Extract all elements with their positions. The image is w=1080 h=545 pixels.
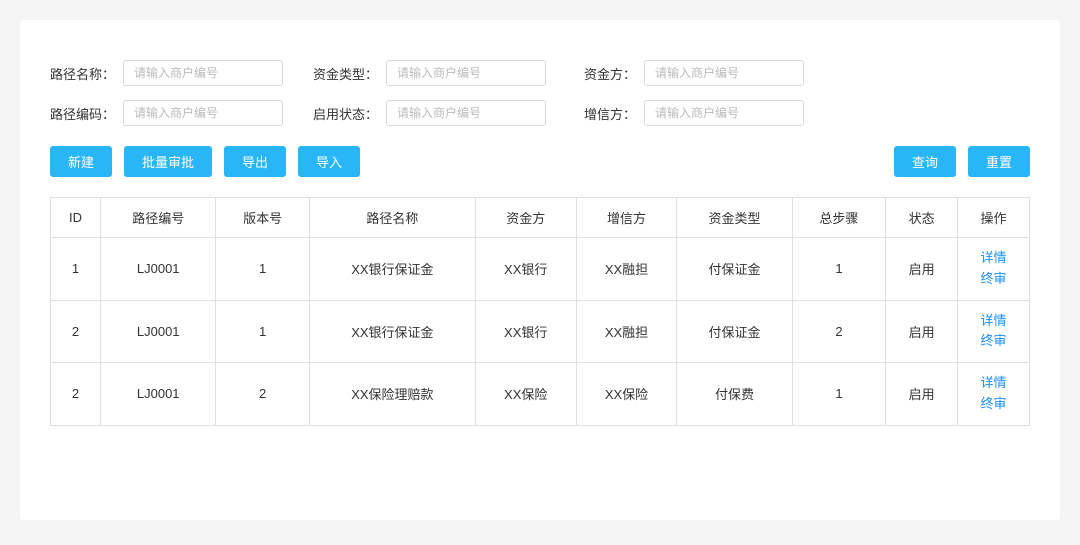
export-button[interactable]: 导出: [224, 146, 286, 177]
form-item-path-code-input: 路径编码：: [50, 100, 283, 126]
table-cell: 启用: [886, 238, 958, 301]
form-row-1: 路径名称： 资金类型： 资金方：: [50, 60, 1030, 86]
table-body: 1LJ00011XX银行保证金XX银行XX融担付保证金1启用详情终审2LJ000…: [51, 238, 1030, 426]
table-cell: LJ0001: [101, 300, 216, 363]
table-cell: LJ0001: [101, 238, 216, 301]
table-cell: XX保险: [475, 363, 576, 426]
form-item-credit-party-input: 增信方：: [576, 100, 804, 126]
filter-form: 路径名称： 资金类型： 资金方： 路径编码： 启用状态： 增信方：: [50, 60, 1030, 126]
table-cell: 启用: [886, 363, 958, 426]
table-row: 1LJ00011XX银行保证金XX银行XX融担付保证金1启用详情终审: [51, 238, 1030, 301]
col-header: 路径名称: [309, 198, 475, 238]
form-item-fund-party-input: 资金方：: [576, 60, 804, 86]
search-button[interactable]: 查询: [894, 146, 956, 177]
label-path-code-input: 路径编码：: [50, 104, 115, 123]
table-cell: 付保证金: [677, 300, 792, 363]
path-name-input[interactable]: [123, 60, 283, 86]
fund-type-input[interactable]: [386, 60, 546, 86]
table-row: 2LJ00012XX保险理赔款XX保险XX保险付保费1启用详情终审: [51, 363, 1030, 426]
col-header: 资金方: [475, 198, 576, 238]
final-review-link[interactable]: 终审: [966, 269, 1021, 290]
label-fund-party-input: 资金方：: [576, 64, 636, 83]
table-cell: 1: [216, 238, 310, 301]
col-header: 增信方: [576, 198, 677, 238]
form-row-2: 路径编码： 启用状态： 增信方：: [50, 100, 1030, 126]
table-cell: 启用: [886, 300, 958, 363]
label-fund-type-input: 资金类型：: [313, 64, 378, 83]
action-cell: 详情终审: [958, 238, 1030, 301]
table-cell: XX保险: [576, 363, 677, 426]
table-cell: 付保证金: [677, 238, 792, 301]
table-cell: 1: [792, 238, 886, 301]
table-cell: 1: [792, 363, 886, 426]
detail-link[interactable]: 详情: [966, 311, 1021, 332]
credit-party-input[interactable]: [644, 100, 804, 126]
action-cell: 详情终审: [958, 300, 1030, 363]
col-header: 状态: [886, 198, 958, 238]
create-button[interactable]: 新建: [50, 146, 112, 177]
table-cell: 2: [51, 363, 101, 426]
path-code-input[interactable]: [123, 100, 283, 126]
table-cell: 2: [216, 363, 310, 426]
table-cell: 1: [216, 300, 310, 363]
label-credit-party-input: 增信方：: [576, 104, 636, 123]
form-item-path-name-input: 路径名称：: [50, 60, 283, 86]
table-cell: 1: [51, 238, 101, 301]
table-header: ID路径编号版本号路径名称资金方增信方资金类型总步骤状态操作: [51, 198, 1030, 238]
col-header: ID: [51, 198, 101, 238]
import-button[interactable]: 导入: [298, 146, 360, 177]
label-path-name-input: 路径名称：: [50, 64, 115, 83]
final-review-link[interactable]: 终审: [966, 394, 1021, 415]
data-table: ID路径编号版本号路径名称资金方增信方资金类型总步骤状态操作 1LJ00011X…: [50, 197, 1030, 426]
form-item-fund-type-input: 资金类型：: [313, 60, 546, 86]
col-header: 总步骤: [792, 198, 886, 238]
fund-party-input[interactable]: [644, 60, 804, 86]
table-row: 2LJ00011XX银行保证金XX银行XX融担付保证金2启用详情终审: [51, 300, 1030, 363]
toolbar: 新建批量审批导出导入 查询重置: [50, 146, 1030, 177]
label-status-input: 启用状态：: [313, 104, 378, 123]
table-cell: 2: [51, 300, 101, 363]
col-header: 操作: [958, 198, 1030, 238]
final-review-link[interactable]: 终审: [966, 331, 1021, 352]
col-header: 资金类型: [677, 198, 792, 238]
table-cell: XX银行保证金: [309, 300, 475, 363]
action-cell: 详情终审: [958, 363, 1030, 426]
batch-approve-button[interactable]: 批量审批: [124, 146, 212, 177]
table-cell: XX银行: [475, 238, 576, 301]
table-cell: 2: [792, 300, 886, 363]
table-cell: XX银行保证金: [309, 238, 475, 301]
detail-link[interactable]: 详情: [966, 373, 1021, 394]
table-cell: XX保险理赔款: [309, 363, 475, 426]
table-section: ID路径编号版本号路径名称资金方增信方资金类型总步骤状态操作 1LJ00011X…: [50, 197, 1030, 426]
page-container: 路径名称： 资金类型： 资金方： 路径编码： 启用状态： 增信方： 新建批量审批导出导入…: [20, 20, 1060, 520]
table-cell: XX银行: [475, 300, 576, 363]
table-cell: 付保费: [677, 363, 792, 426]
status-input[interactable]: [386, 100, 546, 126]
form-item-status-input: 启用状态：: [313, 100, 546, 126]
table-cell: XX融担: [576, 300, 677, 363]
col-header: 路径编号: [101, 198, 216, 238]
table-cell: LJ0001: [101, 363, 216, 426]
table-cell: XX融担: [576, 238, 677, 301]
table-header-row: ID路径编号版本号路径名称资金方增信方资金类型总步骤状态操作: [51, 198, 1030, 238]
col-header: 版本号: [216, 198, 310, 238]
reset-button[interactable]: 重置: [968, 146, 1030, 177]
detail-link[interactable]: 详情: [966, 248, 1021, 269]
